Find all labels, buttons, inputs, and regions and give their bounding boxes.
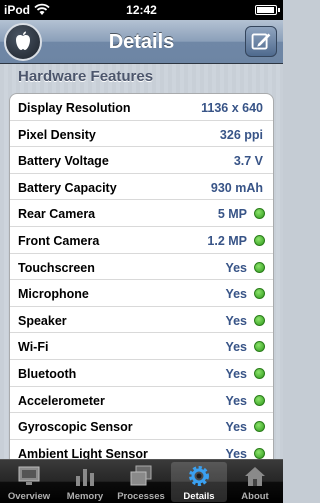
status-dot-icon: [254, 234, 265, 246]
row-label: Gyroscopic Sensor: [18, 420, 133, 435]
row-value: Yes: [225, 287, 247, 302]
row-label: Microphone: [18, 287, 89, 302]
status-dot-icon: [254, 314, 265, 326]
tab-processes[interactable]: Processes: [113, 462, 169, 502]
navigation-bar: Details: [0, 20, 283, 64]
status-dot-icon: [254, 288, 265, 300]
row-value: Yes: [225, 420, 247, 435]
edit-button[interactable]: [245, 26, 277, 57]
row-value: Yes: [225, 313, 247, 328]
battery-icon: [255, 5, 280, 15]
row-label: Touchscreen: [18, 260, 95, 275]
table-row[interactable]: Wi-Fi Yes: [10, 333, 273, 360]
table-row[interactable]: Bluetooth Yes: [10, 360, 273, 387]
page-title: Details: [108, 31, 175, 53]
tab-label: Details: [183, 491, 215, 502]
row-label: Front Camera: [18, 233, 100, 248]
row-label: Speaker: [18, 313, 67, 328]
row-value: 1.2 MP: [207, 233, 247, 248]
table-row[interactable]: Speaker Yes: [10, 307, 273, 334]
tab-label: Processes: [117, 491, 165, 502]
row-value: 326 ppi: [219, 127, 263, 142]
status-dot-icon: [254, 208, 265, 220]
table-row[interactable]: Front Camera 1.2 MP: [10, 227, 273, 254]
table-row[interactable]: Rear Camera 5 MP: [10, 200, 273, 227]
table-row[interactable]: Pixel Density 326 ppi: [10, 121, 273, 148]
clock: 12:42: [126, 3, 157, 17]
status-dot-icon: [254, 367, 265, 379]
table-row[interactable]: Microphone Yes: [10, 280, 273, 307]
table-row[interactable]: Display Resolution 1136 x 640: [10, 94, 273, 121]
status-dot-icon: [254, 394, 265, 406]
table-row[interactable]: Battery Capacity 930 mAh: [10, 174, 273, 201]
bar-chart-icon: [76, 469, 94, 486]
monitor-icon: [18, 466, 40, 485]
table-row[interactable]: Battery Voltage 3.7 V: [10, 147, 273, 174]
tab-memory[interactable]: Memory: [57, 462, 113, 502]
row-value: Yes: [225, 260, 247, 275]
row-value: 5 MP: [217, 207, 247, 222]
row-value: 3.7 V: [233, 154, 263, 169]
row-label: Wi-Fi: [18, 340, 49, 355]
table-row[interactable]: Touchscreen Yes: [10, 254, 273, 281]
status-dot-icon: [254, 447, 265, 459]
section-header: Hardware Features: [18, 68, 154, 85]
tab-overview[interactable]: Overview: [1, 462, 57, 502]
row-value: 1136 x 640: [201, 101, 263, 115]
table-row[interactable]: Accelerometer Yes: [10, 387, 273, 414]
home-icon: [245, 467, 265, 486]
windows-icon: [130, 465, 152, 486]
row-value: Yes: [225, 366, 247, 381]
row-value: Yes: [225, 340, 247, 355]
row-label: Battery Capacity: [18, 180, 117, 195]
app-screen: iPod 12:42 Details Hardware Features Dis…: [0, 0, 283, 503]
tab-label: About: [241, 491, 269, 502]
hardware-features-table: Display Resolution 1136 x 640 Pixel Densit…: [9, 93, 274, 493]
row-label: Accelerometer: [18, 393, 105, 408]
status-dot-icon: [254, 341, 265, 353]
row-label: Display Resolution: [18, 101, 131, 115]
compose-icon: [251, 33, 271, 50]
status-dot-icon: [254, 261, 265, 273]
status-dot-icon: [254, 421, 265, 433]
tab-label: Memory: [66, 491, 104, 502]
row-value: Yes: [225, 393, 247, 408]
table-row[interactable]: Gyroscopic Sensor Yes: [10, 413, 273, 440]
row-label: Bluetooth: [18, 366, 77, 381]
tab-about[interactable]: About: [227, 462, 283, 502]
status-bar: iPod 12:42: [0, 0, 283, 20]
row-label: Battery Voltage: [18, 154, 109, 169]
gear-icon: [189, 466, 209, 486]
row-value: 930 mAh: [210, 180, 263, 195]
tab-label: Overview: [7, 491, 51, 502]
tab-bar: Overview Memory Processes Details About: [0, 459, 283, 503]
row-label: Pixel Density: [18, 127, 96, 142]
tab-details[interactable]: Details: [171, 462, 227, 502]
row-label: Rear Camera: [18, 207, 96, 222]
